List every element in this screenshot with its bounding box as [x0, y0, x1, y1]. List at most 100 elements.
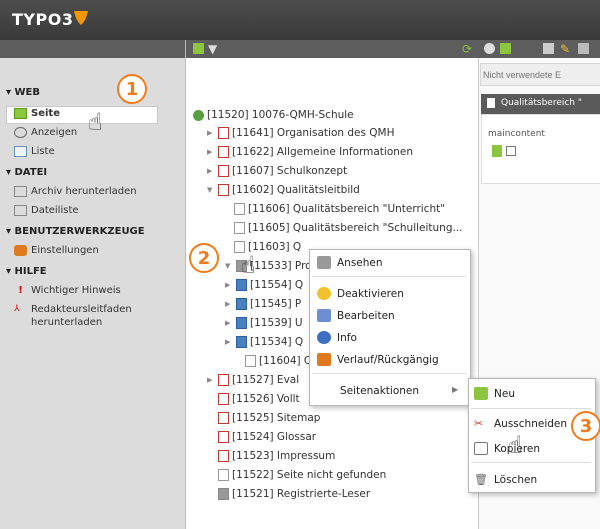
tree-item-label: [11539] U	[250, 317, 303, 329]
folder-icon	[14, 205, 27, 216]
submenu-item-neu[interactable]: Neu	[474, 387, 515, 400]
tree-item[interactable]: [11526] Vollt	[218, 393, 300, 405]
context-menu-item-ansehen[interactable]: Ansehen	[317, 256, 383, 269]
menu-item-redakteursleitfaden-line2[interactable]: herunterladen	[31, 317, 102, 328]
tree-item-label: [11522] Seite nicht gefunden	[232, 469, 387, 481]
menu-separator	[471, 462, 591, 463]
tree-item[interactable]: [11522] Seite nicht gefunden	[218, 469, 386, 481]
tree-item[interactable]: ▶ [11539] U	[225, 317, 303, 329]
page-icon	[236, 317, 247, 329]
page-icon	[218, 374, 229, 386]
list-icon	[14, 146, 27, 157]
expand-arrow-icon[interactable]: ▶	[207, 167, 215, 175]
tree-item-label: [11603] Q	[248, 241, 302, 253]
menu-item-label: Wichtiger Hinweis	[31, 285, 121, 296]
tree-item[interactable]: ▼ [11602] Qualitätsleitbild	[207, 184, 360, 196]
typo3-logo-icon[interactable]	[72, 9, 90, 30]
menu-item-label: Neu	[494, 387, 515, 400]
context-menu-item-bearbeiten[interactable]: Bearbeiten	[317, 309, 395, 322]
tree-item[interactable]: ▶ [11545] P	[225, 298, 301, 310]
context-menu-item-info[interactable]: Info	[317, 331, 357, 344]
menu-group-benutzerwerkzeuge[interactable]: ▾ BENUTZERWERKZEUGE	[6, 226, 145, 237]
new-content-icon[interactable]	[500, 43, 511, 54]
view-icon	[317, 256, 331, 269]
tree-item[interactable]: ▼ [11533] Proz	[225, 260, 317, 272]
collapse-arrow-icon[interactable]: ▼	[225, 262, 233, 270]
page-icon	[218, 412, 229, 424]
tree-item[interactable]: ▶ [11527] Eval	[207, 374, 299, 386]
callout-badge-1: 1	[117, 74, 147, 104]
user-settings-icon	[14, 245, 27, 256]
page-icon	[218, 450, 229, 462]
submenu-item-loeschen[interactable]: 🗑 Löschen	[474, 473, 537, 486]
doc-icon[interactable]	[543, 43, 554, 54]
typo3-logo-text[interactable]: TYPO3	[12, 10, 73, 29]
submenu-item-ausschneiden[interactable]: ✂ Ausschneiden	[474, 417, 567, 430]
menu-item-label: Ausschneiden	[494, 417, 568, 430]
top-bar	[0, 0, 600, 40]
menu-item-liste[interactable]: Liste	[14, 146, 55, 157]
save-icon[interactable]	[578, 43, 589, 54]
new-page-icon	[474, 387, 488, 400]
tree-item[interactable]: [11525] Sitemap	[218, 412, 320, 424]
expand-arrow-icon[interactable]: ▶	[225, 338, 233, 346]
menu-item-redakteursleitfaden[interactable]: ⅄ Redakteursleitfaden	[14, 304, 132, 315]
edit-pencil-icon[interactable]: ✎	[560, 42, 570, 56]
menu-item-label: Einstellungen	[31, 245, 99, 256]
tree-item-label: [11545] P	[250, 298, 302, 310]
new-content-button-icon[interactable]	[492, 145, 502, 157]
pdf-icon: ⅄	[14, 304, 20, 314]
menu-separator	[312, 276, 466, 277]
tree-item[interactable]: [11523] Impressum	[218, 450, 335, 462]
menu-item-label: Verlauf/Rückgängig	[337, 353, 439, 366]
tree-item[interactable]: [11606] Qualitätsbereich "Unterricht"	[234, 203, 445, 215]
tree-root[interactable]: [11520] 10076-QMH-Schule	[193, 109, 354, 121]
menu-item-wichtiger-hinweis[interactable]: ! Wichtiger Hinweis	[14, 285, 121, 296]
expand-arrow-icon[interactable]: ▶	[225, 319, 233, 327]
menu-item-seite[interactable]: Seite	[14, 108, 60, 119]
menu-group-hilfe[interactable]: ▾ HILFE	[6, 266, 47, 277]
filter-icon[interactable]: ▼	[208, 42, 217, 56]
tree-item[interactable]: ▶ [11554] Q	[225, 279, 303, 291]
expand-arrow-icon[interactable]: ▶	[225, 300, 233, 308]
hand-cursor-icon: ☝	[241, 251, 256, 279]
tree-item-label: [11607] Schulkonzept	[232, 165, 348, 177]
folder-icon[interactable]	[506, 146, 516, 156]
page-icon	[218, 469, 229, 481]
menu-item-anzeigen[interactable]: Anzeigen	[14, 127, 77, 138]
tree-item[interactable]: [11604] Q	[245, 355, 312, 367]
expand-arrow-icon[interactable]: ▶	[207, 148, 215, 156]
menu-group-datei[interactable]: ▾ DATEI	[6, 167, 47, 178]
context-menu-item-verlauf[interactable]: Verlauf/Rückgängig	[317, 353, 439, 366]
tree-item[interactable]: ▶ [11607] Schulkonzept	[207, 165, 347, 177]
tree-item[interactable]: [11524] Glossar	[218, 431, 316, 443]
tree-item[interactable]: [11605] Qualitätsbereich "Schulleitung..…	[234, 222, 463, 234]
tree-item[interactable]: ▶ [11534] Q	[225, 336, 303, 348]
tree-item[interactable]: ▶ [11622] Allgemeine Informationen	[207, 146, 413, 158]
page-icon	[245, 355, 256, 367]
menu-separator	[312, 373, 466, 374]
filter-input[interactable]	[480, 63, 600, 86]
view-icon[interactable]	[484, 43, 495, 54]
tree-item-label: [11641] Organisation des QMH	[232, 127, 395, 139]
tree-item[interactable]: ▶ [11641] Organisation des QMH	[207, 127, 395, 139]
tree-item-label: [11524] Glossar	[232, 431, 317, 443]
menu-item-label: herunterladen	[31, 317, 103, 328]
new-page-icon[interactable]	[193, 43, 204, 54]
refresh-icon[interactable]: ⟳	[462, 42, 472, 56]
tree-item-label: [11605] Qualitätsbereich "Schulleitung..…	[248, 222, 463, 234]
menu-item-dateiliste[interactable]: Dateiliste	[14, 205, 79, 216]
collapse-arrow-icon[interactable]: ▼	[207, 186, 215, 194]
menu-item-archiv[interactable]: Archiv herunterladen	[14, 186, 137, 197]
context-menu-item-deaktivieren[interactable]: Deaktivieren	[317, 287, 404, 300]
content-element-body: maincontent	[481, 114, 600, 184]
tree-item-label: [11602] Qualitätsleitbild	[232, 184, 360, 196]
callout-badge-2: 2	[189, 243, 219, 273]
tree-item[interactable]: [11521] Registrierte-Leser	[218, 488, 370, 500]
expand-arrow-icon[interactable]: ▶	[225, 281, 233, 289]
expand-arrow-icon[interactable]: ▶	[207, 376, 215, 384]
context-menu-item-seitenaktionen[interactable]: Seitenaktionen	[340, 385, 419, 397]
menu-group-web[interactable]: ▾ WEB	[6, 87, 40, 98]
menu-item-einstellungen[interactable]: Einstellungen	[14, 245, 99, 256]
expand-arrow-icon[interactable]: ▶	[207, 129, 215, 137]
